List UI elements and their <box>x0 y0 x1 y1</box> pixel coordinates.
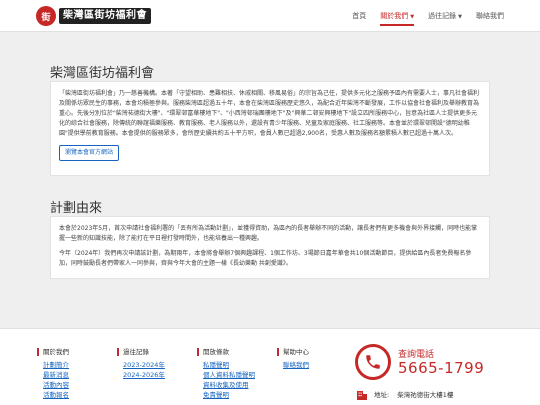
logo-emblem-icon: 街 <box>36 6 56 26</box>
footer-link[interactable]: 計劃簡介 <box>37 360 69 370</box>
footer-link[interactable]: 個人資料私隱聲明 <box>197 370 255 380</box>
nav-records-label: 過往記錄 <box>428 12 457 20</box>
footer-link[interactable]: 資料收集及使用 <box>197 380 255 390</box>
plan-card: 本會於2023年5月，首次申請社會福利署的「丟有所為活動計劃」，並獲得資助，為區… <box>50 216 490 279</box>
footer-col-terms: 開放條款 私隱聲明 個人資料私隱聲明 資料收集及使用 免責聲明 <box>197 348 255 400</box>
footer-col-about: 關於我們 計劃簡介 最新消息 活動內容 活動報名 <box>37 348 69 400</box>
plan-para-1: 本會於2023年5月，首次申請社會福利署的「丟有所為活動計劃」，並獲得資助，為區… <box>59 225 478 242</box>
nav-contact[interactable]: 聯絡我們 <box>476 0 504 32</box>
plan-para-2: 今年（2024年）我們再次申請該計劃，為期兩年，本會將會舉辦7個興趣課程、1個工… <box>59 250 472 267</box>
nav-home[interactable]: 首頁 <box>352 0 366 32</box>
nav-contact-label: 聯絡我們 <box>476 12 504 20</box>
footer-link[interactable]: 最新消息 <box>37 370 69 380</box>
footer-link[interactable]: 活動報名 <box>37 390 69 400</box>
address-text: 柴灣祐德街大樓1樓 <box>397 391 454 399</box>
footer-col-records: 過往記錄 2023-2024年 2024-2026年 <box>117 348 165 380</box>
main-nav: 首頁 關於我們 ▼ 過往記錄 ▼ 聯絡我們 <box>338 0 504 32</box>
site-logo[interactable]: 街 柴灣區街坊福利會 <box>36 6 151 26</box>
footer-heading: 關於我們 <box>37 348 69 356</box>
footer-link[interactable]: 免責聲明 <box>197 390 255 400</box>
logo-text: 柴灣區街坊福利會 <box>59 8 151 24</box>
nav-about-label: 關於我們 <box>380 12 409 20</box>
about-title: 柴灣區街坊福利會 <box>50 66 155 81</box>
plan-title: 計劃由來 <box>50 201 103 216</box>
nav-home-label: 首頁 <box>352 12 367 20</box>
caret-down-icon: ▼ <box>458 14 462 20</box>
address: 地址: 柴灣祐德街大樓1樓 <box>356 388 453 400</box>
nav-records[interactable]: 過往記錄 ▼ <box>428 0 462 32</box>
about-body: 「柴灣區街坊福利會」乃一慈善機構。本著「守望相助、患難相扶、休戚相關、移風易俗」… <box>59 90 480 137</box>
footer-link[interactable]: 2023-2024年 <box>117 360 165 370</box>
caret-down-icon: ▼ <box>410 14 415 20</box>
phone-number[interactable]: 5665-1799 <box>398 359 484 377</box>
address-prefix: 地址: <box>374 391 390 399</box>
phone-icon <box>355 344 391 380</box>
footer-heading: 過往記錄 <box>117 348 165 356</box>
footer-col-help: 幫助中心 聯絡我們 <box>277 348 309 370</box>
nav-about[interactable]: 關於我們 ▼ <box>380 0 414 32</box>
building-icon <box>357 391 367 400</box>
official-site-button[interactable]: 瀏覽本會官方網站 <box>59 145 120 161</box>
about-card: 「柴灣區街坊福利會」乃一慈善機構。本著「守望相助、患難相扶、休戚相關、移風易俗」… <box>50 81 490 176</box>
footer-heading: 幫助中心 <box>277 348 309 356</box>
footer-heading: 開放條款 <box>197 348 255 356</box>
footer-link[interactable]: 私隱聲明 <box>197 360 255 370</box>
footer-link[interactable]: 2024-2026年 <box>117 370 165 380</box>
site-header: 街 柴灣區街坊福利會 首頁 關於我們 ▼ 過往記錄 ▼ 聯絡我們 <box>0 0 540 32</box>
footer-link[interactable]: 聯絡我們 <box>277 360 309 370</box>
footer-link[interactable]: 活動內容 <box>37 380 69 390</box>
